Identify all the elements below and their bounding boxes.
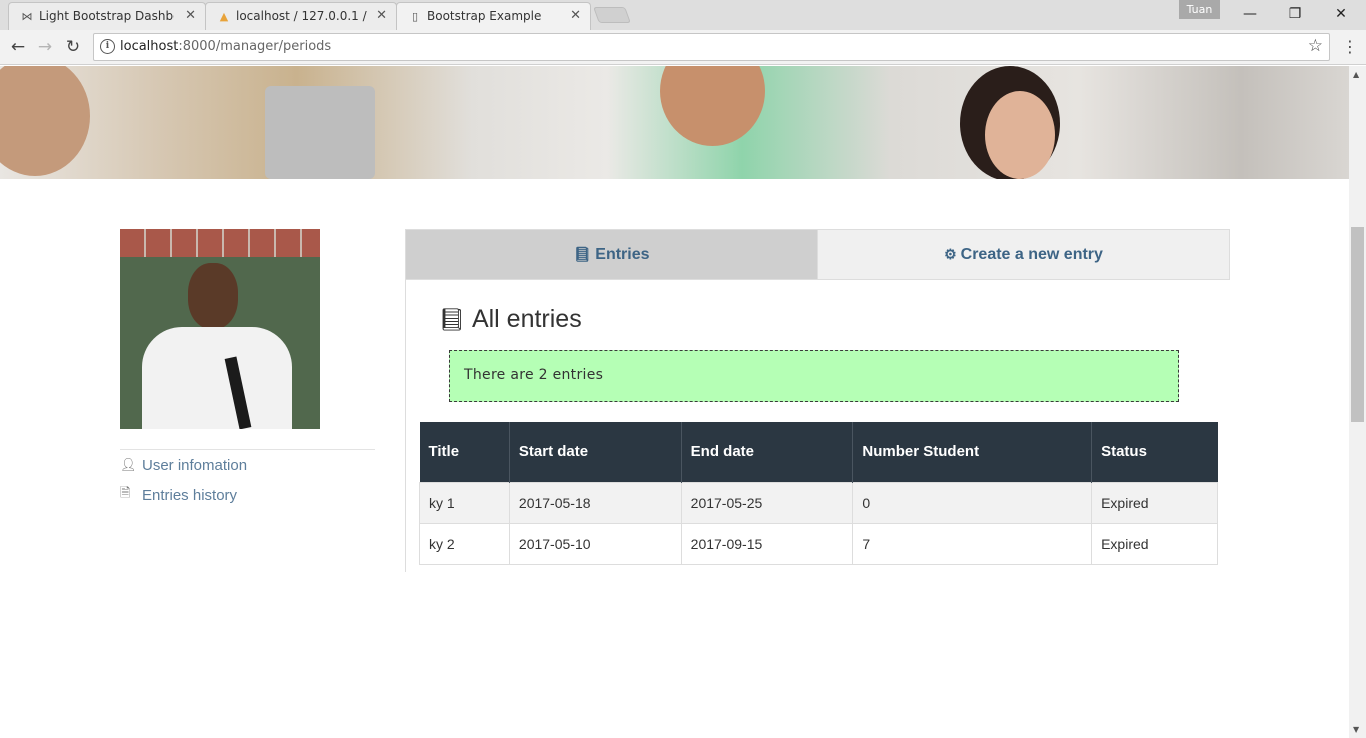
browser-tab-dashboard[interactable]: ⋈ Light Bootstrap Dashboard ✕ xyxy=(8,2,206,30)
bowtie-icon: ⋈ xyxy=(21,10,33,23)
hero-tablet xyxy=(265,86,375,179)
sidebar-item-label: Entries history xyxy=(142,486,238,504)
close-icon[interactable]: ✕ xyxy=(570,3,581,29)
entries-table: Title Start date End date Number Student… xyxy=(419,422,1218,565)
close-window-button[interactable]: ✕ xyxy=(1318,3,1364,25)
cell-status: Expired xyxy=(1091,481,1218,524)
cell-end-date: 2017-05-25 xyxy=(680,481,854,524)
tab-label: localhost / 127.0.0.1 / pr xyxy=(236,9,371,23)
cell-status: Expired xyxy=(1091,522,1218,565)
url-text[interactable]: localhost:8000/manager/periods xyxy=(120,39,331,54)
page-scrollbar[interactable]: ▲ ▼ xyxy=(1349,66,1366,738)
page-title: 📘︎ All entries xyxy=(438,305,582,334)
browser-tab-phpmyadmin[interactable]: ▲ localhost / 127.0.0.1 / pr ✕ xyxy=(205,2,397,30)
hero-banner-image xyxy=(0,66,1349,179)
sidebar-item-user-information[interactable]: 👤︎ User infomation xyxy=(120,450,375,480)
file-icon: 🗎︎ xyxy=(120,485,131,500)
forward-arrow-icon[interactable]: → xyxy=(32,34,58,60)
column-header-title: Title xyxy=(419,422,510,482)
sidebar: 👤︎ User infomation 🗎︎ Entries history xyxy=(120,229,375,510)
column-header-number-student: Number Student xyxy=(852,422,1093,482)
panel-tabs: 📘︎ Entries ⚙ Create a new entry xyxy=(406,229,1230,280)
tab-label: Light Bootstrap Dashboard xyxy=(39,9,174,23)
back-arrow-icon[interactable]: ← xyxy=(5,34,31,60)
cell-title: ky 1 xyxy=(419,481,510,524)
cell-number-student: 0 xyxy=(852,481,1093,524)
tab-entries[interactable]: 📘︎ Entries xyxy=(406,230,817,279)
column-header-status: Status xyxy=(1091,422,1218,482)
table-row: ky 1 2017-05-18 2017-05-25 0 Expired xyxy=(419,481,1218,524)
phpmyadmin-icon: ▲ xyxy=(219,10,229,23)
scrollbar-thumb[interactable] xyxy=(1351,227,1364,422)
hero-person xyxy=(0,66,90,176)
url-path: :8000/manager/periods xyxy=(178,39,332,54)
new-tab-button[interactable] xyxy=(593,7,631,23)
tab-label: Bootstrap Example xyxy=(427,9,542,23)
hero-person xyxy=(985,91,1055,179)
browser-menu-icon[interactable]: ⋮ xyxy=(1342,34,1358,60)
sidebar-item-label: User infomation xyxy=(142,456,248,474)
entries-count-alert: There are 2 entries xyxy=(449,350,1179,402)
minimize-button[interactable]: — xyxy=(1227,3,1273,25)
tab-label: Entries xyxy=(595,245,650,263)
cell-start-date: 2017-05-18 xyxy=(508,481,682,524)
close-icon[interactable]: ✕ xyxy=(185,3,196,29)
page-viewport: 👤︎ User infomation 🗎︎ Entries history 📘︎… xyxy=(0,66,1349,738)
cell-title: ky 2 xyxy=(419,522,510,565)
hero-person xyxy=(660,66,765,146)
reload-icon[interactable]: ↻ xyxy=(60,34,86,60)
browser-toolbar: ← → ↻ i localhost:8000/manager/periods ☆… xyxy=(0,30,1366,65)
book-icon: 📘︎ xyxy=(438,306,466,332)
profile-photo xyxy=(120,229,320,429)
cell-start-date: 2017-05-10 xyxy=(508,522,682,565)
scroll-down-icon[interactable]: ▼ xyxy=(1353,725,1359,734)
page-icon: ▯ xyxy=(411,10,419,23)
table-row: ky 2 2017-05-10 2017-09-15 7 Expired xyxy=(419,522,1218,565)
tab-create-new-entry[interactable]: ⚙ Create a new entry xyxy=(817,230,1229,279)
close-icon[interactable]: ✕ xyxy=(376,3,387,29)
browser-titlebar: ⋈ Light Bootstrap Dashboard ✕ ▲ localhost … xyxy=(0,0,1366,30)
address-bar[interactable]: i localhost:8000/manager/periods ☆ xyxy=(93,33,1330,61)
url-host: localhost xyxy=(120,39,179,54)
scroll-up-icon[interactable]: ▲ xyxy=(1353,70,1359,79)
user-icon: 👤︎ xyxy=(120,457,137,472)
cell-number-student: 7 xyxy=(852,522,1093,565)
column-header-end-date: End date xyxy=(681,422,854,482)
bookmark-star-icon[interactable]: ☆ xyxy=(1308,36,1323,56)
column-header-start-date: Start date xyxy=(509,422,682,482)
table-header-row: Title Start date End date Number Student… xyxy=(419,422,1218,482)
profile-badge[interactable]: Tuan xyxy=(1179,0,1220,19)
tab-label: Create a new entry xyxy=(960,245,1103,263)
sidebar-item-entries-history[interactable]: 🗎︎ Entries history xyxy=(120,480,375,510)
restore-button[interactable]: ❐ xyxy=(1272,3,1318,25)
entries-panel: 📘︎ Entries ⚙ Create a new entry 📘︎ All e… xyxy=(405,229,1230,572)
book-icon: 📘︎ xyxy=(573,246,592,262)
gear-icon: ⚙ xyxy=(944,246,957,262)
browser-tab-bootstrap-example[interactable]: ▯ Bootstrap Example ✕ xyxy=(396,2,591,30)
cell-end-date: 2017-09-15 xyxy=(680,522,854,565)
info-icon[interactable]: i xyxy=(100,39,115,54)
page-title-text: All entries xyxy=(471,305,582,333)
